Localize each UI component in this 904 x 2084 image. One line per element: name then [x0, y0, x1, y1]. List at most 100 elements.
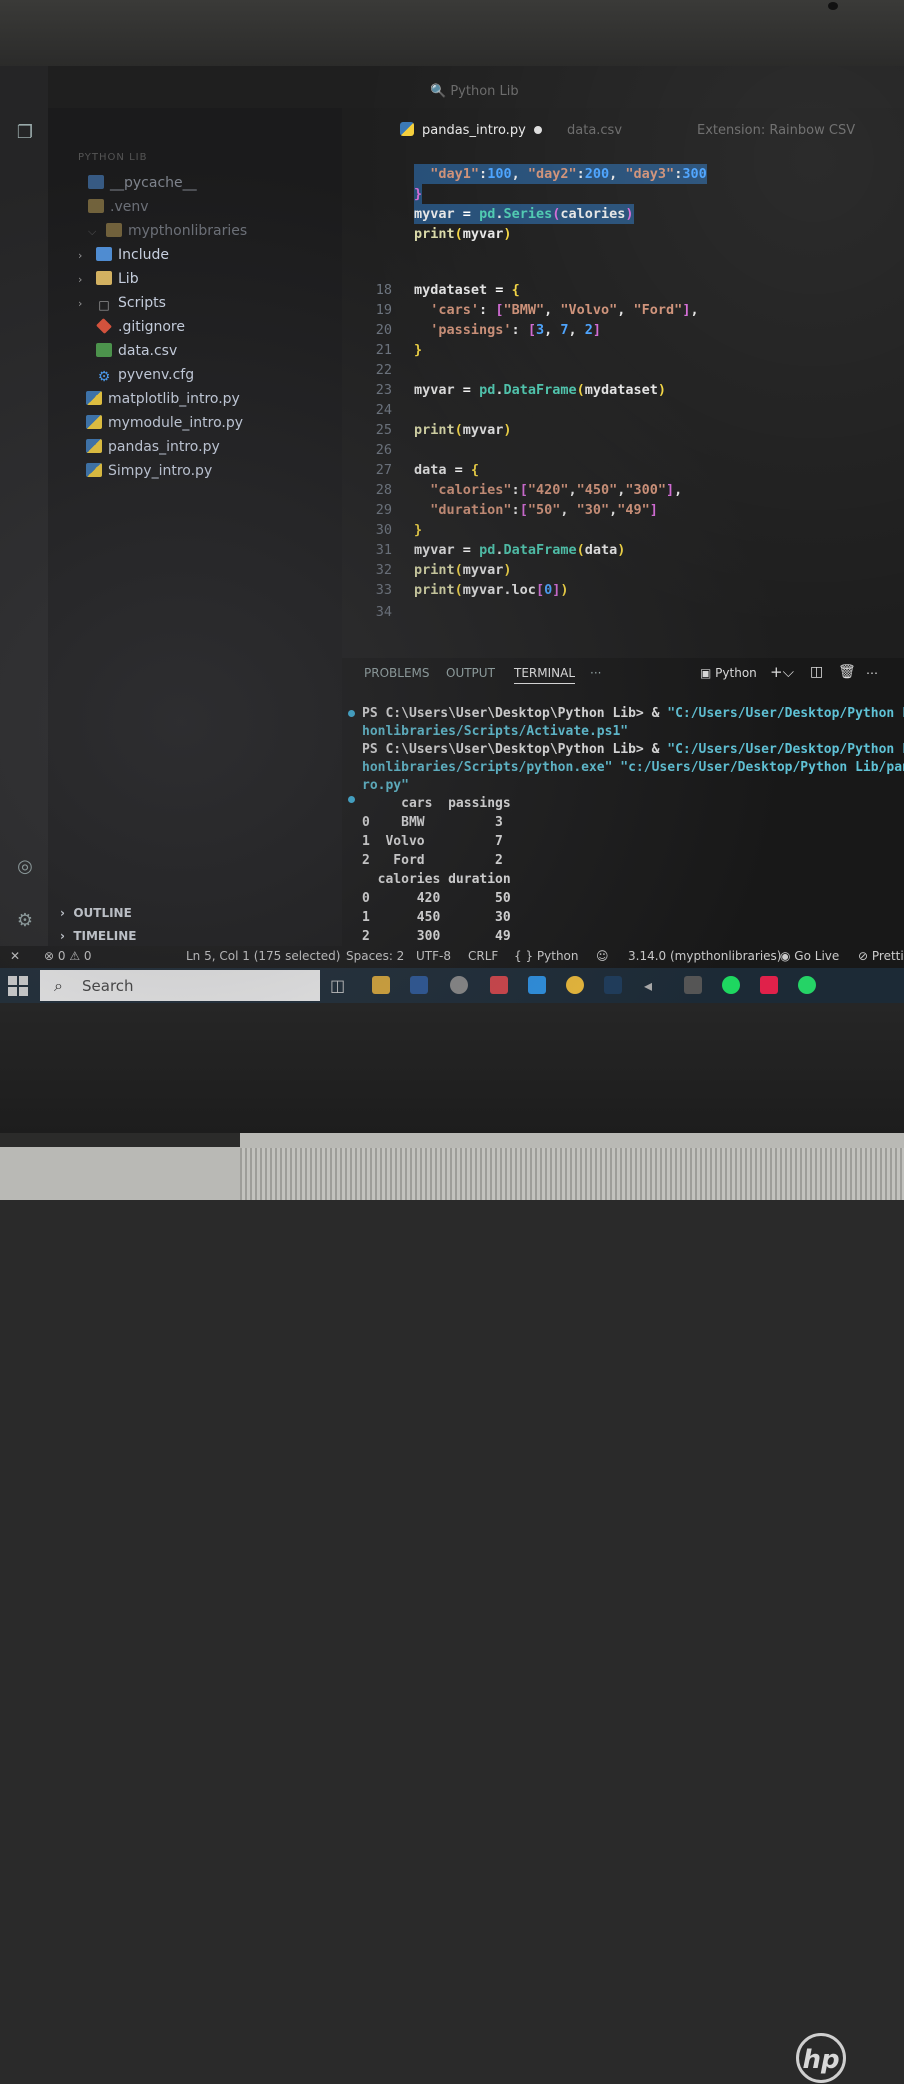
task-view-icon[interactable]: ◫ — [330, 976, 348, 995]
trash-icon[interactable]: 🗑 — [838, 664, 856, 680]
tree-item-label: Scripts — [118, 295, 166, 311]
timeline-label: TIMELINE — [73, 929, 137, 943]
laptop-bezel-top — [0, 0, 904, 66]
line-number: 27 — [375, 462, 392, 478]
tab-terminal[interactable]: TERMINAL — [514, 666, 576, 684]
chevron-right-icon: › — [78, 249, 83, 262]
youtube-icon[interactable] — [760, 976, 778, 994]
line-number: 22 — [375, 362, 392, 378]
tree-item-scripts[interactable]: › □ Scripts — [78, 292, 166, 314]
laptop-screen: 🔍 Python Lib ❐ ◎ ⚙ PYTHON LIB __pycache_… — [0, 66, 904, 1003]
code-text: } — [414, 522, 423, 538]
folder-icon — [96, 271, 112, 285]
code-text: 'passings': [3, 7, 2] — [430, 322, 602, 338]
line-number: 24 — [375, 402, 392, 418]
language-label: Python — [536, 949, 579, 963]
line-number: 26 — [375, 442, 392, 458]
tab-data-csv[interactable]: data.csv — [567, 118, 622, 144]
outline-label: OUTLINE — [73, 906, 132, 920]
tree-item-mymodule-intro[interactable]: mymodule_intro.py — [86, 412, 243, 434]
python-icon — [86, 391, 102, 405]
explorer-section-title: PYTHON LIB — [78, 152, 148, 163]
line-number: 23 — [375, 382, 392, 398]
cursor-position[interactable]: Ln 5, Col 1 (175 selected) — [186, 949, 340, 963]
error-count: 0 — [57, 949, 66, 963]
hp-logo: hp — [796, 2033, 846, 2083]
split-terminal-icon[interactable]: ◫ — [810, 664, 823, 680]
more-actions-icon[interactable]: ⋯ — [866, 666, 878, 680]
tab-pandas-intro[interactable]: pandas_intro.py — [400, 118, 542, 144]
timeline-section[interactable]: › TIMELINE — [60, 926, 136, 946]
tree-item-venv[interactable]: .venv — [88, 196, 149, 218]
tree-item-pycache[interactable]: __pycache__ — [88, 172, 197, 194]
prettier[interactable]: ⊘ Pretti — [858, 949, 904, 963]
line-number: 28 — [375, 482, 392, 498]
taskbar-search[interactable]: ⌕ Search — [40, 970, 320, 1001]
tree-item-pyvenv-cfg[interactable]: ⚙ pyvenv.cfg — [96, 364, 194, 386]
lightroom-icon[interactable] — [604, 976, 622, 994]
encoding[interactable]: UTF-8 — [416, 949, 451, 963]
terminal-prompt: PS C:\Users\User\Desktop\Python Lib> & — [362, 706, 668, 721]
chrome-icon[interactable] — [566, 976, 584, 994]
line-number: 33 — [375, 582, 392, 598]
tab-problems[interactable]: PROBLEMS — [364, 666, 430, 680]
code-editor[interactable]: "day1":100, "day2":200, "day3":300 } myv… — [342, 162, 904, 658]
tree-item-label: .venv — [110, 199, 149, 215]
python-interpreter[interactable]: 3.14.0 (mypthonlibraries) — [628, 949, 782, 963]
command-center[interactable]: 🔍 Python Lib — [430, 84, 570, 104]
tab-output[interactable]: OUTPUT — [446, 666, 495, 680]
tree-item-pandas-intro[interactable]: pandas_intro.py — [86, 436, 220, 458]
tab-label: Extension: Rainbow CSV — [697, 123, 856, 138]
app-icon[interactable] — [450, 976, 468, 994]
tree-item-simpy-intro[interactable]: Simpy_intro.py — [86, 460, 212, 482]
remote-icon[interactable]: ✕ — [10, 949, 20, 963]
code-text: data = { — [414, 462, 480, 478]
line-number: 34 — [375, 604, 392, 620]
outline-section[interactable]: › OUTLINE — [60, 903, 132, 923]
line-ending[interactable]: CRLF — [468, 949, 498, 963]
warning-count: 0 — [83, 949, 92, 963]
go-live[interactable]: ◉ Go Live — [780, 949, 839, 963]
terminal-path: honlibraries/Scripts/python.exe" "c:/Use… — [362, 760, 904, 775]
word-icon[interactable] — [410, 976, 428, 994]
terminal-prompt: PS C:\Users\User\Desktop\Python Lib> & — [362, 742, 668, 757]
app-icon[interactable]: ◂ — [644, 976, 662, 995]
terminal-selector[interactable]: ▣ Python — [700, 666, 757, 680]
app-icon[interactable] — [684, 976, 702, 994]
speaker-grill — [240, 1148, 904, 1200]
tab-rainbow-csv[interactable]: Extension: Rainbow CSV — [697, 118, 855, 144]
terminal-line: 2 300 49 — [362, 929, 511, 944]
tree-item-label: pyvenv.cfg — [118, 367, 195, 383]
account-icon[interactable]: ◎ — [14, 856, 36, 878]
tree-item-label: Lib — [118, 271, 139, 287]
tab-label: pandas_intro.py — [422, 123, 526, 138]
terminal-line: honlibraries/Scripts/Activate.ps1" — [362, 723, 628, 741]
terminal-line: 0 BMW 3 — [362, 815, 503, 830]
explorer-icon[interactable]: ❐ — [14, 122, 36, 144]
vscode-icon[interactable] — [528, 976, 546, 994]
tree-item-data-csv[interactable]: data.csv — [96, 340, 177, 362]
language-mode[interactable]: { } Python — [514, 949, 579, 963]
copilot-icon[interactable]: ☺ — [596, 949, 609, 963]
problems-status[interactable]: ⊗ 0 ⚠ 0 — [44, 949, 92, 963]
tree-item-gitignore[interactable]: .gitignore — [96, 316, 185, 338]
search-icon: ⌕ — [54, 976, 63, 995]
python-icon — [400, 122, 414, 136]
access-icon[interactable] — [490, 976, 508, 994]
status-bar: ✕ ⊗ 0 ⚠ 0 Ln 5, Col 1 (175 selected) Spa… — [0, 946, 904, 968]
tree-item-matplotlib-intro[interactable]: matplotlib_intro.py — [86, 388, 240, 410]
tree-item-lib[interactable]: › Lib — [78, 268, 139, 290]
chevron-right-icon: › — [78, 297, 83, 310]
file-explorer-icon[interactable] — [372, 976, 390, 994]
whatsapp-icon[interactable] — [798, 976, 816, 994]
command-decoration-icon — [348, 796, 355, 803]
spotify-icon[interactable] — [722, 976, 740, 994]
terminal-line: honlibraries/Scripts/python.exe" "c:/Use… — [362, 759, 904, 777]
new-terminal-button[interactable]: +⌵ — [770, 663, 794, 681]
tree-item-include[interactable]: › Include — [78, 244, 169, 266]
tree-item-mypthonlibraries[interactable]: ⌵ mypthonlibraries — [88, 220, 247, 242]
windows-start-icon[interactable] — [8, 976, 28, 996]
indentation[interactable]: Spaces: 2 — [346, 949, 404, 963]
settings-gear-icon[interactable]: ⚙ — [14, 910, 36, 932]
panel-more-button[interactable]: ··· — [590, 666, 601, 680]
